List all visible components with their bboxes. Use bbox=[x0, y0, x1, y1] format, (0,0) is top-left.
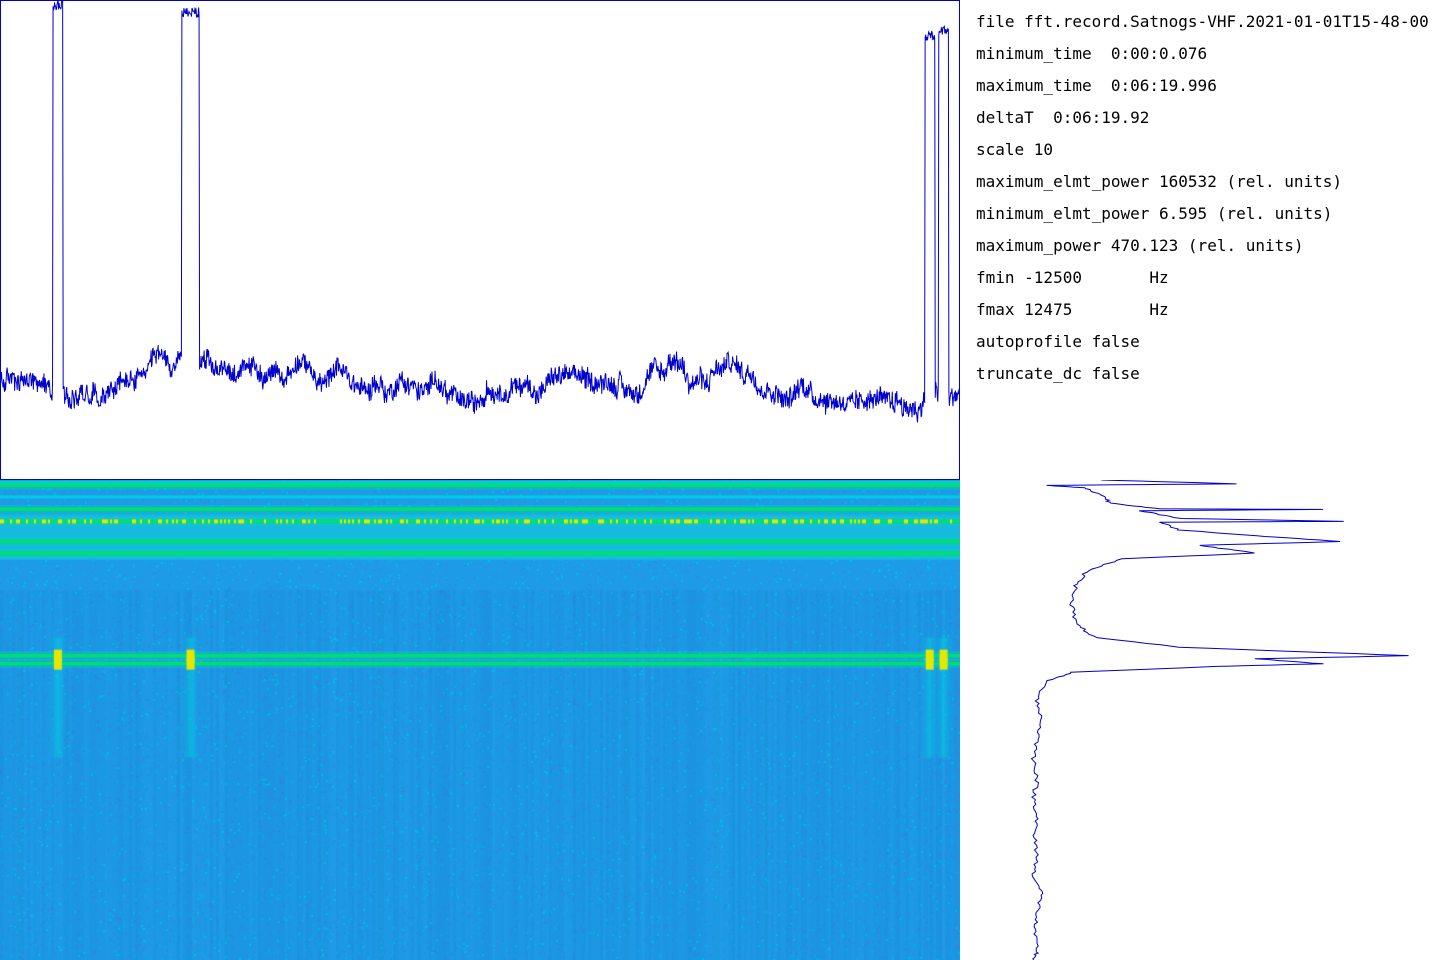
info-minimum-elmt-power: minimum_elmt_power 6.595 (rel. units) bbox=[976, 204, 1333, 223]
power-vs-time-chart bbox=[0, 0, 960, 480]
info-file: file fft.record.Satnogs-VHF.2021-01-01T1… bbox=[976, 12, 1429, 31]
info-maximum-time: maximum_time 0:06:19.996 bbox=[976, 76, 1217, 95]
info-autoprofile: autoprofile false bbox=[976, 332, 1140, 351]
info-panel: file fft.record.Satnogs-VHF.2021-01-01T1… bbox=[976, 8, 1440, 408]
info-minimum-time: minimum_time 0:00:0.076 bbox=[976, 44, 1208, 63]
power-trace-series bbox=[0, 0, 960, 423]
spectrogram-waterfall bbox=[0, 480, 960, 960]
info-fmin: fmin -12500 Hz bbox=[976, 268, 1169, 287]
frequency-profile-series bbox=[1030, 480, 1409, 960]
info-delta-t: deltaT 0:06:19.92 bbox=[976, 108, 1150, 127]
power-plot-frame bbox=[0, 0, 960, 480]
info-fmax: fmax 12475 Hz bbox=[976, 300, 1169, 319]
info-maximum-elmt-power: maximum_elmt_power 160532 (rel. units) bbox=[976, 172, 1343, 191]
info-maximum-power: maximum_power 470.123 (rel. units) bbox=[976, 236, 1304, 255]
info-truncate-dc: truncate_dc false bbox=[976, 364, 1140, 383]
frequency-profile-chart bbox=[1030, 480, 1409, 960]
info-scale: scale 10 bbox=[976, 140, 1054, 159]
